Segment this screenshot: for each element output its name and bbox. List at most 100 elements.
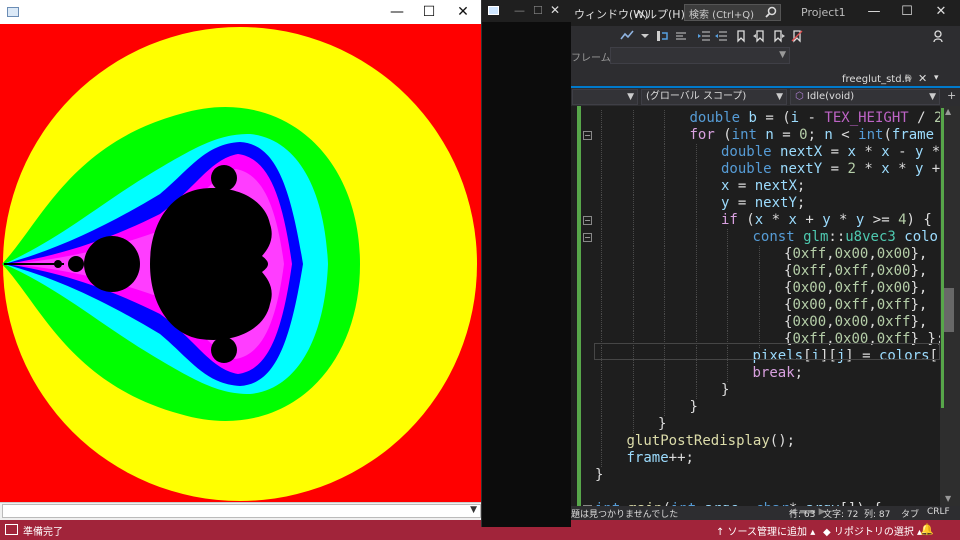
search-icon[interactable] bbox=[765, 6, 777, 18]
issues-status[interactable]: 題は見つかりませんでした bbox=[571, 507, 678, 520]
code-line[interactable]: {0xff,0xff,0x00}, bbox=[601, 263, 928, 280]
maximize-button[interactable]: ☐ bbox=[898, 4, 916, 20]
code-line[interactable]: break; bbox=[601, 365, 803, 382]
code-line[interactable]: } bbox=[601, 382, 729, 399]
code-token: >= bbox=[864, 212, 899, 228]
add-to-source-control-button[interactable]: ↑ ソース管理に追加 ▴ bbox=[716, 523, 815, 538]
code-line[interactable]: x = nextX; bbox=[601, 178, 805, 195]
glut-titlebar[interactable]: — ☐ ✕ bbox=[0, 0, 481, 24]
menu-help[interactable]: ヘルプ(H) bbox=[635, 6, 685, 22]
bookmark-icon[interactable] bbox=[734, 29, 748, 43]
status-bar: 準備完了 ↑ ソース管理に追加 ▴ ◆ リポジトリの選択 ▴ 🔔 bbox=[0, 520, 960, 540]
dropdown-arrow-icon[interactable] bbox=[638, 29, 652, 43]
fold-toggle-icon[interactable]: − bbox=[583, 131, 592, 140]
code-line[interactable]: double nextY = 2 * x * y + b bbox=[601, 161, 940, 178]
bookmark-clear-icon[interactable] bbox=[790, 29, 804, 43]
scroll-down-icon[interactable]: ▼ bbox=[945, 494, 951, 503]
mandelbrot-canvas[interactable] bbox=[0, 24, 481, 502]
code-token: * bbox=[855, 161, 882, 177]
code-token: }, bbox=[910, 263, 928, 279]
chevron-down-icon: ▼ bbox=[929, 92, 936, 102]
code-token: 0x00 bbox=[792, 280, 827, 296]
code-token: , bbox=[868, 246, 877, 262]
fold-toggle-icon[interactable]: − bbox=[583, 216, 592, 225]
console-titlebar[interactable]: — ☐ ✕ bbox=[482, 0, 572, 22]
diagnostic-icon[interactable] bbox=[620, 29, 634, 43]
code-token: + bbox=[796, 212, 823, 228]
project-combobox[interactable]: ▼ bbox=[572, 89, 638, 105]
code-line[interactable]: {0x00,0x00,0xff}, bbox=[601, 314, 927, 331]
code-token: for bbox=[689, 127, 715, 143]
freeglut-window[interactable]: — ☐ ✕ ▼ bbox=[0, 0, 481, 520]
code-editor[interactable]: double b = (i - TEX_HEIGHT / 2.0for (int… bbox=[571, 106, 940, 506]
indent-guide bbox=[664, 399, 665, 416]
function-combobox[interactable]: ⬡ Idle(void) ▼ bbox=[790, 89, 940, 105]
code-token: int bbox=[731, 127, 757, 143]
indent-guide bbox=[758, 263, 760, 280]
code-token: * bbox=[931, 144, 940, 160]
code-token: TEX_HEIGHT bbox=[824, 110, 909, 126]
outdent-icon[interactable] bbox=[714, 29, 728, 43]
indent-guide bbox=[664, 263, 665, 280]
code-token: ; bbox=[807, 127, 825, 143]
feedback-icon[interactable] bbox=[932, 29, 946, 43]
code-line[interactable]: {0xff,0x00,0x00}, bbox=[601, 246, 927, 263]
console-minimize-button[interactable]: — bbox=[514, 4, 525, 17]
scope-combobox[interactable]: (グローバル スコープ) ▼ bbox=[641, 89, 787, 105]
minimize-button[interactable]: — bbox=[865, 4, 883, 20]
code-line[interactable]: {0x00,0xff,0xff}, bbox=[601, 297, 927, 314]
code-token: break bbox=[752, 365, 795, 381]
frame-combobox[interactable]: ▼ bbox=[610, 47, 790, 64]
code-line[interactable]: frame++; bbox=[601, 450, 694, 467]
split-editor-icon[interactable]: + bbox=[947, 89, 956, 102]
output-window-icon[interactable] bbox=[5, 524, 18, 535]
code-line[interactable]: double b = (i - TEX_HEIGHT / 2.0 bbox=[601, 110, 940, 127]
scrollbar-thumb[interactable] bbox=[944, 288, 954, 332]
fold-toggle-icon[interactable]: − bbox=[583, 233, 592, 242]
code-line[interactable]: const glm::u8vec3 colors bbox=[601, 229, 940, 246]
tab-close-icon[interactable]: ✕ bbox=[918, 72, 927, 85]
console-close-button[interactable]: ✕ bbox=[550, 3, 560, 17]
mandelbrot-render bbox=[0, 24, 481, 502]
console-window[interactable]: — ☐ ✕ bbox=[481, 0, 572, 527]
glut-bottom-combobox[interactable]: ▼ bbox=[2, 504, 481, 518]
indent-guide bbox=[695, 382, 697, 399]
close-button[interactable]: ✕ bbox=[932, 4, 950, 20]
indent-mode[interactable]: タブ bbox=[901, 507, 919, 520]
code-line[interactable]: double nextX = x * x - y * y bbox=[601, 144, 940, 161]
indent-icon[interactable] bbox=[697, 29, 711, 43]
code-line[interactable]: } bbox=[601, 416, 666, 433]
glut-maximize-button[interactable]: ☐ bbox=[417, 3, 441, 21]
indent-guide bbox=[727, 297, 728, 314]
indent-guide bbox=[758, 280, 760, 297]
period-3-bulb-bottom bbox=[211, 337, 237, 363]
bookmark-prev-icon[interactable] bbox=[752, 29, 766, 43]
notification-bell-icon[interactable]: 🔔 bbox=[920, 523, 934, 536]
glut-minimize-button[interactable]: — bbox=[385, 3, 409, 21]
code-token: , bbox=[826, 297, 835, 313]
code-line[interactable]: glutPostRedisplay(); bbox=[601, 433, 795, 450]
glut-close-button[interactable]: ✕ bbox=[451, 3, 475, 21]
console-maximize-button[interactable]: ☐ bbox=[533, 4, 543, 17]
tab-freeglut-std-h[interactable]: freeglut_std.h bbox=[842, 74, 911, 85]
indent-guide bbox=[664, 178, 665, 195]
indent-guide bbox=[695, 314, 697, 331]
tab-list-dropdown-icon[interactable]: ▾ bbox=[934, 73, 939, 83]
scroll-up-icon[interactable]: ▲ bbox=[945, 107, 951, 116]
code-token: double bbox=[721, 144, 772, 160]
pin-icon[interactable]: ⊕ bbox=[904, 73, 912, 84]
indent-guide bbox=[758, 246, 760, 263]
code-line[interactable]: } bbox=[595, 467, 603, 484]
select-repository-button[interactable]: ◆ リポジトリの選択 ▴ bbox=[823, 523, 922, 538]
chevron-down-icon: ▼ bbox=[470, 505, 477, 515]
code-line[interactable]: {0x00,0xff,0x00}, bbox=[601, 280, 927, 297]
code-line[interactable]: if (x * x + y * y >= 4) { bbox=[601, 212, 932, 229]
format-icon[interactable] bbox=[674, 29, 688, 43]
code-line[interactable]: for (int n = 0; n < int(frame % bbox=[601, 127, 941, 144]
code-line[interactable]: y = nextY; bbox=[601, 195, 805, 212]
code-line[interactable]: } bbox=[601, 399, 698, 416]
step-icon[interactable] bbox=[655, 29, 669, 43]
bookmark-next-icon[interactable] bbox=[772, 29, 786, 43]
line-ending[interactable]: CRLF bbox=[927, 507, 950, 517]
